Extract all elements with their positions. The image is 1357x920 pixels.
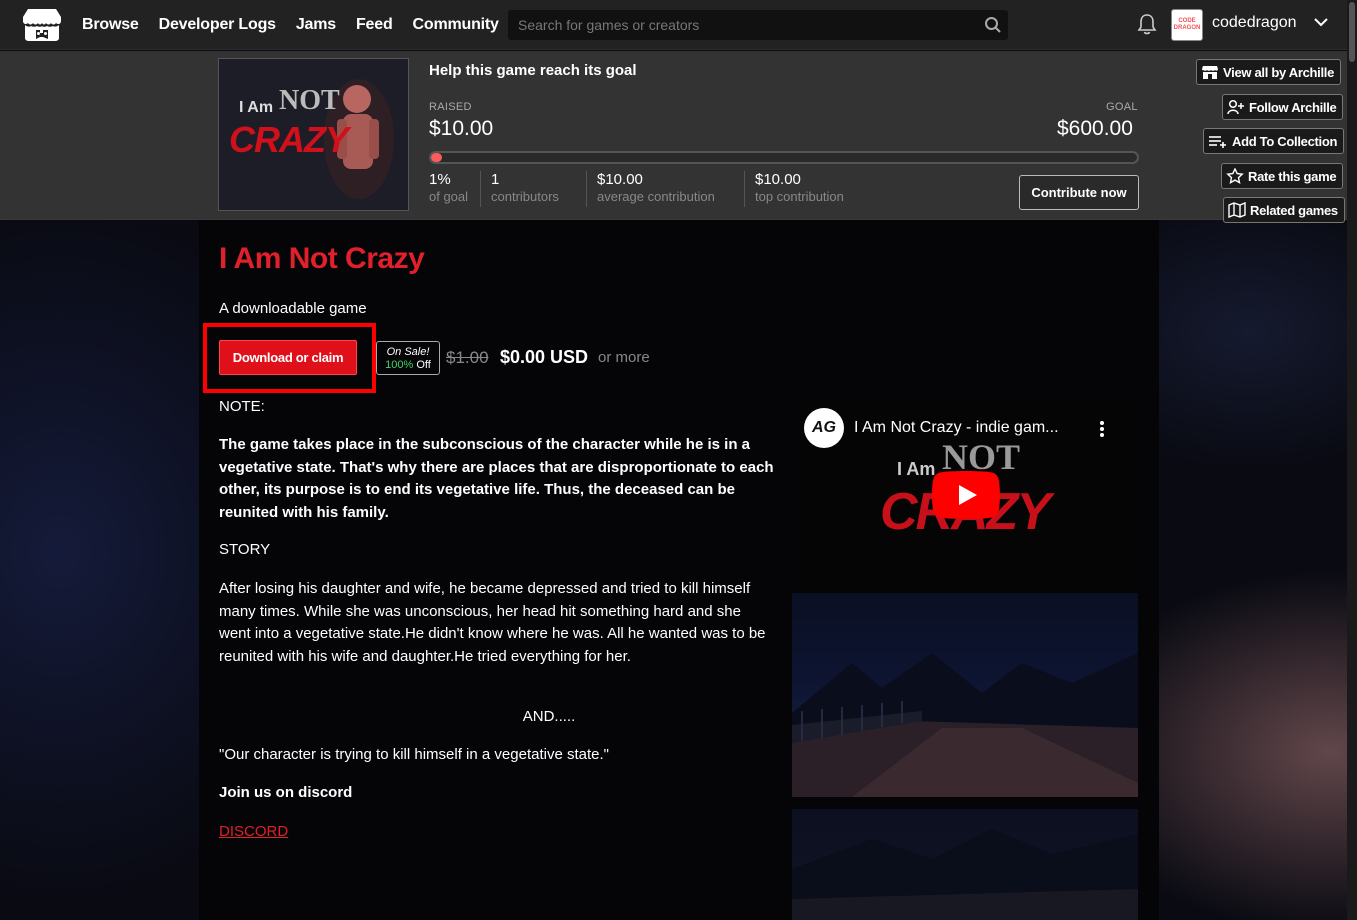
goal-progress-fill [431,153,443,162]
goal-stats: 1% of goal 1 contributors $10.00 average… [429,171,885,207]
search-icon[interactable] [978,10,1008,40]
game-title: I Am Not Crazy [219,242,425,275]
stat-label: contributors [491,189,559,204]
cover-title-not: NOT [279,85,340,116]
sale-price: $0.00 USD [500,347,589,367]
svg-text:I Am: I Am [897,459,935,479]
raised-label: RAISED [429,101,472,113]
nav-feed[interactable]: Feed [356,16,393,34]
stat-contributors: 1 contributors [491,171,587,207]
screenshot-1-art [792,653,1138,797]
store-icon [1202,66,1218,79]
rate-label: Rate this game [1248,168,1337,184]
screenshot-2-art [792,829,1138,920]
related-games-button[interactable]: Related games [1223,197,1345,223]
cover-title-top: I Am [239,99,274,116]
note-heading: NOTE: [219,398,265,415]
top-header: Browse Developer Logs Jams Feed Communit… [0,0,1357,50]
search-bar [508,10,1008,40]
add-to-collection-button[interactable]: Add To Collection [1203,128,1345,154]
stat-label: top contribution [755,189,844,204]
map-icon [1228,202,1246,218]
itchio-logo-icon[interactable] [22,8,62,42]
nav-community[interactable]: Community [413,16,499,34]
rate-game-button[interactable]: Rate this game [1221,163,1344,189]
channel-logo-icon[interactable]: AG [804,408,844,448]
chevron-down-icon[interactable] [1313,16,1329,28]
screenshot-1[interactable] [792,593,1138,797]
bell-icon[interactable] [1136,12,1158,36]
youtube-play-icon[interactable] [932,471,1000,519]
sale-label: On Sale! [386,346,430,358]
story-heading: STORY [219,541,271,558]
story-body: After losing his daughter and wife, he b… [219,580,766,665]
sale-off: Off [416,359,431,371]
page-scrollbar[interactable] [1347,0,1357,920]
quote-text: "Our character is trying to kill himself… [219,746,609,763]
view-all-label: View all by Archille [1223,64,1335,80]
scrollbar-thumb[interactable] [1349,2,1355,62]
sale-percent: 100% [385,359,414,371]
channel-logo-text: AG [812,419,836,436]
download-or-claim-button[interactable]: Download or claim [219,340,357,375]
follow-author-button[interactable]: Follow Archille [1222,94,1344,120]
note-body: The game takes place in the subconscious… [219,436,774,521]
related-label: Related games [1250,202,1338,218]
stat-of-goal: 1% of goal [429,171,481,207]
discord-link[interactable]: DISCORD [219,821,288,844]
game-subtitle: A downloadable game [219,300,367,317]
stat-value: $10.00 [755,171,801,188]
stat-value: 1% [429,171,451,188]
nav-browse[interactable]: Browse [82,16,139,34]
star-icon [1226,168,1244,184]
raised-value: $10.00 [429,117,494,140]
user-plus-icon [1227,99,1244,115]
stat-label: average contribution [597,189,715,204]
username[interactable]: codedragon [1212,14,1297,32]
nav-developer-logs[interactable]: Developer Logs [159,16,276,34]
avatar[interactable]: CODE DRAGON [1171,9,1203,41]
stat-top: $10.00 top contribution [755,171,875,207]
nav-jams[interactable]: Jams [296,16,336,34]
and-text: AND..... [522,708,576,725]
price-or-more: or more [598,349,650,366]
sale-badge: On Sale! 100% Off [376,341,440,375]
search-input[interactable] [508,10,978,40]
view-all-by-author-button[interactable]: View all by Archille [1196,59,1342,85]
more-vertical-icon[interactable] [1096,419,1108,439]
contribute-now-button[interactable]: Contribute now [1019,175,1139,210]
collection-label: Add To Collection [1232,133,1338,149]
stat-average: $10.00 average contribution [597,171,745,207]
game-cover-image[interactable]: I Am NOT CRAZY [218,58,409,211]
goal-title: Help this game reach its goal [429,62,637,79]
screenshot-2[interactable] [792,809,1138,920]
video-title[interactable]: I Am Not Crazy - indie gam... [854,419,1084,437]
stat-label: of goal [429,189,469,204]
join-discord-text: Join us on discord [219,784,353,801]
stat-value: $10.00 [597,171,643,188]
goal-value: $600.00 [1057,117,1133,140]
stat-value: 1 [491,171,500,188]
goal-label: GOAL [1106,101,1138,113]
playlist-add-icon [1209,136,1226,148]
original-price: $1.00 [446,348,489,367]
main-nav: Browse Developer Logs Jams Feed Communit… [82,0,499,50]
goal-progress-bar [429,151,1139,164]
cover-title-main: CRAZY [229,119,349,160]
follow-label: Follow Archille [1249,99,1337,115]
